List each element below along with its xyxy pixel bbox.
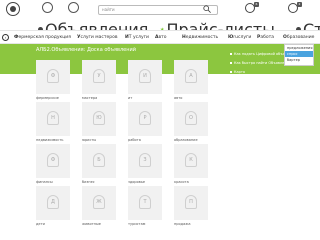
tile-bell-icon: У [93,69,105,83]
tile-label: здоровье [128,180,146,184]
tile-label: мастера [82,96,98,100]
side-link-map[interactable]: Карта [230,70,245,74]
tile-label: авто [174,96,183,100]
page-title: АЛБ2.Объявления: Доска объявлений [36,47,137,53]
back-arrow-icon[interactable]: ‹ [2,34,9,41]
tile-label: ит [128,96,133,100]
tile-bell-icon: Р [139,111,151,125]
tile-image: Ж [82,186,116,220]
tile-image: Т [128,186,162,220]
tile-label: финансы [36,180,53,184]
tile-image: О [174,102,208,136]
tile-image: И [128,60,162,94]
list-icon[interactable] [68,2,79,13]
tile-image: Д [36,186,70,220]
category-tile[interactable]: Ффинансы [36,144,72,188]
category-farm[interactable]: Фермерская продукция [14,35,71,40]
category-tile[interactable]: Ппродажа [174,186,210,230]
category-tile[interactable]: Ддети [36,186,72,230]
category-tile[interactable]: Иит [128,60,164,104]
tile-bell-icon: Т [139,195,151,209]
tile-image: П [174,186,208,220]
category-tile[interactable]: Ббизнес [82,144,118,188]
tile-bell-icon: К [185,153,197,167]
ad-type-dropdown[interactable]: предложения спрос бартер [284,44,314,66]
category-tile[interactable]: Жживотные [82,186,118,230]
category-jobs[interactable]: Работа [257,35,274,40]
tile-image: У [82,60,116,94]
tile-bell-icon: Н [47,111,59,125]
category-tile[interactable]: Ююристы [82,102,118,146]
tile-bell-icon: П [185,195,197,209]
tile-label: юристы [82,138,97,142]
tile-bell-icon: А [185,69,197,83]
category-tile[interactable]: Умастера [82,60,118,104]
category-tile[interactable]: Рработа [128,102,164,146]
notification-badge: 6 [254,2,259,7]
tile-label: красота [174,180,189,184]
tile-label: дети [36,222,45,226]
tile-bell-icon: О [185,111,197,125]
logo-icon[interactable] [6,2,20,16]
tile-bell-icon: Д [47,195,59,209]
tile-label: работа [128,138,141,142]
tile-bell-icon: Ф [47,69,59,83]
category-tile[interactable]: Ффермерские [36,60,72,104]
category-tile[interactable]: Ообразование [174,102,210,146]
tile-image: З [128,144,162,178]
tile-label: продажа [174,222,191,226]
tile-label: туристам [128,222,146,226]
category-tile[interactable]: Ттуристам [128,186,164,230]
tile-label: бизнес [82,180,95,184]
tile-image: А [174,60,208,94]
category-it[interactable]: ИТ услуги [125,35,149,40]
tile-bell-icon: Б [93,153,105,167]
tile-bell-icon: Ф [47,153,59,167]
tile-label: образование [174,138,198,142]
category-tile[interactable]: Ннедвижимость [36,102,72,146]
search-input[interactable]: найти [98,5,218,15]
category-bar: ‹ Фермерская продукция Услуги мастеров И… [0,30,320,44]
category-legal[interactable]: Юruслуги [228,35,251,40]
search-icon[interactable] [203,5,211,13]
category-tile[interactable]: Аавто [174,60,210,104]
tile-bell-icon: Ю [93,111,105,125]
tile-bell-icon: З [139,153,151,167]
tile-image: Р [128,102,162,136]
tile-bell-icon: Ж [93,195,105,209]
cart-badge: 2 [297,2,302,7]
tile-image: Ф [36,144,70,178]
category-realty[interactable]: Недвижимость [182,35,218,40]
home-icon[interactable] [42,2,53,13]
category-masters[interactable]: Услуги мастеров [77,35,118,40]
category-tile[interactable]: Ккрасота [174,144,210,188]
side-link-howto-find[interactable]: Как быстро найти Объявления [230,61,291,65]
category-auto[interactable]: Авто [155,35,167,40]
dropdown-option[interactable]: бартер [285,57,313,63]
category-education[interactable]: Образование [283,35,314,40]
tile-image: Б [82,144,116,178]
tile-bell-icon: И [139,69,151,83]
tile-label: фермерские [36,96,59,100]
tile-image: Ф [36,60,70,94]
category-tile[interactable]: Зздоровье [128,144,164,188]
tile-image: Ю [82,102,116,136]
tile-image: Н [36,102,70,136]
tile-label: недвижимость [36,138,64,142]
tile-image: К [174,144,208,178]
tile-label: животные [82,222,101,226]
